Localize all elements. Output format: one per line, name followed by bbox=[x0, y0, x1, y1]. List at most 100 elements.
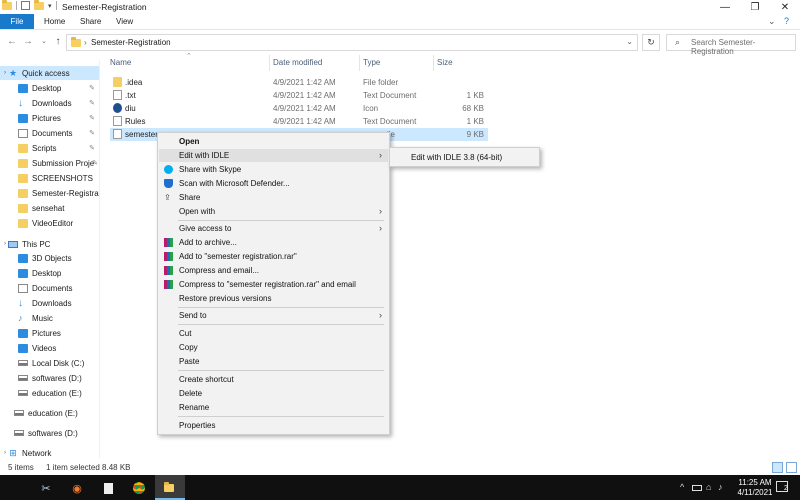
breadcrumb-separator-icon[interactable]: › bbox=[84, 38, 87, 47]
details-view-icon[interactable] bbox=[772, 462, 783, 473]
properties-icon[interactable] bbox=[21, 1, 30, 10]
close-button[interactable]: ✕ bbox=[770, 0, 800, 14]
volume-icon[interactable]: ♪ bbox=[718, 482, 723, 492]
menu-item-rename[interactable]: Rename bbox=[159, 401, 388, 414]
pin-icon[interactable]: ✎ bbox=[89, 84, 95, 92]
sidebar-item-education-e-root[interactable]: education (E:) bbox=[0, 406, 99, 420]
sidebar-item-videoeditor[interactable]: VideoEditor bbox=[0, 216, 99, 230]
menu-item-create-shortcut[interactable]: Create shortcut bbox=[159, 373, 388, 386]
column-divider[interactable] bbox=[359, 55, 360, 71]
menu-item-compress-to-rar-and-email[interactable]: Compress to "semester registration.rar" … bbox=[159, 278, 388, 291]
table-row[interactable]: .idea 4/9/2021 1:42 AM File folder bbox=[110, 76, 488, 89]
expand-chevron-icon[interactable]: › bbox=[4, 70, 6, 76]
sidebar-item-network[interactable]: › ⊞ Network bbox=[0, 446, 99, 460]
sidebar-item-semester-registration[interactable]: Semester-Registrati bbox=[0, 186, 99, 200]
sidebar-item-education-e[interactable]: education (E:) bbox=[0, 386, 99, 400]
tab-file[interactable]: File bbox=[0, 14, 34, 29]
sidebar-item-desktop[interactable]: Desktop ✎ bbox=[0, 81, 99, 95]
show-hidden-icons-icon[interactable]: ^ bbox=[680, 482, 684, 492]
sidebar-item-music[interactable]: ♪ Music bbox=[0, 311, 99, 325]
tab-share[interactable]: Share bbox=[74, 14, 107, 29]
menu-item-compress-and-email[interactable]: Compress and email... bbox=[159, 264, 388, 277]
menu-item-give-access-to[interactable]: Give access to › bbox=[159, 222, 388, 235]
notification-icon[interactable]: 2 bbox=[776, 481, 788, 492]
pin-icon[interactable]: ✎ bbox=[89, 114, 95, 122]
up-arrow-icon[interactable]: ↑ bbox=[52, 36, 64, 48]
back-arrow-icon[interactable]: ← bbox=[6, 36, 18, 48]
menu-item-paste[interactable]: Paste bbox=[159, 355, 388, 368]
sidebar-item-submission-proje[interactable]: Submission Proje ✎ bbox=[0, 156, 99, 170]
menu-item-edit-with-idle[interactable]: Edit with IDLE › bbox=[159, 149, 388, 162]
recent-locations-icon[interactable]: ⌄ bbox=[38, 36, 50, 48]
sidebar-item-downloads[interactable]: ↓ Downloads ✎ bbox=[0, 96, 99, 110]
breadcrumb[interactable]: Semester-Registration bbox=[91, 38, 171, 47]
sidebar-item-quick-access[interactable]: › ★ Quick access bbox=[0, 66, 99, 80]
menu-item-send-to[interactable]: Send to › bbox=[159, 309, 388, 322]
menu-item-copy[interactable]: Copy bbox=[159, 341, 388, 354]
menu-item-share-with-skype[interactable]: Share with Skype bbox=[159, 163, 388, 176]
sidebar-item-pictures-pc[interactable]: Pictures bbox=[0, 326, 99, 340]
tab-home[interactable]: Home bbox=[38, 14, 71, 29]
pin-icon[interactable]: ✎ bbox=[89, 129, 95, 137]
sidebar-item-sensehat[interactable]: sensehat bbox=[0, 201, 99, 215]
forward-arrow-icon[interactable]: → bbox=[22, 36, 34, 48]
chrome-icon[interactable] bbox=[131, 480, 147, 496]
large-icons-view-icon[interactable] bbox=[786, 462, 797, 473]
pin-icon[interactable]: ✎ bbox=[89, 144, 95, 152]
sidebar-item-softwares-d[interactable]: softwares (D:) bbox=[0, 371, 99, 385]
menu-item-open[interactable]: Open bbox=[159, 135, 388, 148]
sidebar-item-pictures[interactable]: Pictures ✎ bbox=[0, 111, 99, 125]
column-divider[interactable] bbox=[433, 55, 434, 71]
menu-item-delete[interactable]: Delete bbox=[159, 387, 388, 400]
column-divider[interactable] bbox=[269, 55, 270, 71]
sidebar-item-downloads-pc[interactable]: ↓ Downloads bbox=[0, 296, 99, 310]
menu-item-restore-previous-versions[interactable]: Restore previous versions bbox=[159, 292, 388, 305]
sidebar-item-videos[interactable]: Videos bbox=[0, 341, 99, 355]
tab-view[interactable]: View bbox=[110, 14, 139, 29]
blender-icon[interactable]: ◉ bbox=[69, 480, 85, 496]
sidebar-item-local-disk-c[interactable]: Local Disk (C:) bbox=[0, 356, 99, 370]
menu-item-properties[interactable]: Properties bbox=[159, 419, 388, 432]
menu-item-scan-defender[interactable]: Scan with Microsoft Defender... bbox=[159, 177, 388, 190]
menu-item-open-with[interactable]: Open with › bbox=[159, 205, 388, 218]
address-dropdown-icon[interactable]: ⌄ bbox=[626, 37, 633, 46]
pin-icon[interactable]: ✎ bbox=[92, 159, 98, 167]
file-icon[interactable] bbox=[100, 480, 116, 496]
expand-ribbon-icon[interactable]: ⌄ bbox=[768, 16, 776, 27]
table-row[interactable]: diu 4/9/2021 1:42 AM Icon 68 KB bbox=[110, 102, 488, 115]
column-header-type[interactable]: Type bbox=[363, 58, 380, 67]
pin-icon[interactable]: ✎ bbox=[89, 99, 95, 107]
customize-toolbar-icon[interactable]: ▾ bbox=[48, 2, 52, 10]
expand-chevron-icon[interactable]: › bbox=[4, 241, 6, 247]
table-row[interactable]: .txt 4/9/2021 1:42 AM Text Document 1 KB bbox=[110, 89, 488, 102]
battery-icon[interactable] bbox=[692, 485, 702, 491]
minimize-button[interactable]: — bbox=[710, 0, 740, 14]
menu-item-share[interactable]: ⇪ Share bbox=[159, 191, 388, 204]
clock[interactable]: 11:25 AM 4/11/2021 bbox=[728, 478, 782, 498]
search-input[interactable]: ⌕ Search Semester-Registration bbox=[666, 34, 796, 56]
new-folder-icon[interactable] bbox=[34, 0, 44, 10]
sidebar-item-documents-pc[interactable]: Documents bbox=[0, 281, 99, 295]
column-header-date-modified[interactable]: Date modified bbox=[273, 58, 322, 67]
file-explorer-button[interactable] bbox=[155, 475, 185, 500]
sidebar-item-this-pc[interactable]: › This PC bbox=[0, 237, 99, 251]
expand-chevron-icon[interactable]: › bbox=[4, 450, 6, 456]
menu-item-add-to-archive[interactable]: Add to archive... bbox=[159, 236, 388, 249]
menu-item-add-to-rar[interactable]: Add to "semester registration.rar" bbox=[159, 250, 388, 263]
sidebar-item-scripts[interactable]: Scripts ✎ bbox=[0, 141, 99, 155]
menu-item-edit-with-idle-38[interactable]: Edit with IDLE 3.8 (64-bit) bbox=[391, 151, 538, 164]
column-header-size[interactable]: Size bbox=[437, 58, 453, 67]
table-row[interactable]: Rules 4/9/2021 1:42 AM Text Document 1 K… bbox=[110, 115, 488, 128]
sidebar-item-3d-objects[interactable]: 3D Objects bbox=[0, 251, 99, 265]
menu-item-cut[interactable]: Cut bbox=[159, 327, 388, 340]
maximize-button[interactable]: ❐ bbox=[740, 0, 770, 14]
refresh-button[interactable]: ↻ bbox=[642, 34, 660, 51]
network-icon[interactable]: ⌂ bbox=[706, 482, 711, 492]
sidebar-item-softwares-d-root[interactable]: softwares (D:) bbox=[0, 426, 99, 440]
sidebar-item-documents[interactable]: Documents ✎ bbox=[0, 126, 99, 140]
sidebar-item-desktop-pc[interactable]: Desktop bbox=[0, 266, 99, 280]
help-icon[interactable]: ? bbox=[784, 16, 789, 26]
address-bar[interactable]: › Semester-Registration ⌄ bbox=[66, 34, 638, 51]
sidebar-item-screenshots[interactable]: SCREENSHOTS bbox=[0, 171, 99, 185]
snipping-tool-icon[interactable]: ✂ bbox=[38, 480, 54, 496]
